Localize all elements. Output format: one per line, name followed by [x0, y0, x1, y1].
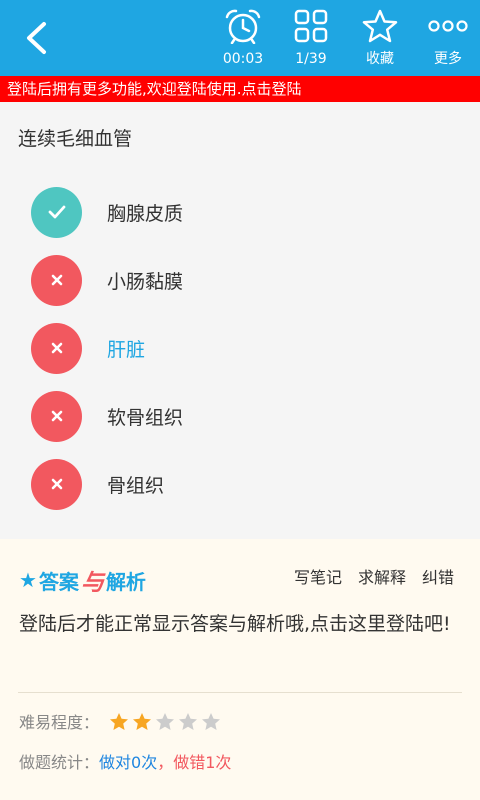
stats-row: 做题统计：做对0次，做错1次 [19, 749, 231, 773]
correct-badge [31, 186, 82, 238]
option-5[interactable]: 骨组织 [31, 458, 451, 510]
star-empty-icon [156, 712, 175, 730]
checkmark-icon [48, 205, 65, 219]
stats-separator: ， [157, 753, 174, 772]
difficulty-label: 难易程度： [19, 713, 100, 732]
question-title: 连续毛细血管 [18, 128, 133, 150]
wrong-badge [31, 322, 82, 374]
logo-part-1: 答案 [38, 569, 79, 594]
question-panel: 连续毛细血管 胸腺皮质 小肠黏膜 肝脏 软骨组织 骨组织 [0, 102, 480, 539]
cross-icon [51, 274, 62, 286]
star-empty-icon [179, 712, 198, 730]
wrong-badge [31, 458, 82, 510]
cross-icon [51, 342, 62, 354]
write-note-button[interactable]: 写笔记 [294, 564, 342, 588]
option-label: 骨组织 [107, 474, 165, 497]
favorite-label: 收藏 [366, 51, 394, 67]
wrong-badge [31, 390, 82, 442]
stats-wrong: 做错1次 [173, 753, 232, 772]
more-label: 更多 [434, 51, 462, 67]
option-label: 胸腺皮质 [107, 202, 184, 225]
logo-part-3: 解析 [105, 569, 146, 594]
star-empty-icon [202, 712, 221, 730]
timer-text: 00:03 [222, 51, 264, 67]
option-label: 肝脏 [107, 338, 146, 361]
stats-correct: 做对0次 [99, 753, 158, 772]
alarm-clock-icon [225, 9, 261, 44]
difficulty-stars [109, 712, 221, 731]
star-icon [362, 9, 398, 43]
divider [18, 692, 462, 693]
progress-button[interactable]: 1/39 [276, 6, 346, 72]
report-error-button[interactable]: 纠错 [422, 564, 454, 588]
option-label: 小肠黏膜 [107, 270, 184, 293]
option-2[interactable]: 小肠黏膜 [31, 254, 451, 306]
option-4[interactable]: 软骨组织 [31, 390, 451, 442]
option-label: 软骨组织 [107, 406, 184, 429]
wrong-badge [31, 254, 82, 306]
answer-analysis-logo: ★ 答案 与 解析 [19, 563, 146, 597]
chevron-left-icon [27, 22, 46, 54]
stats-label: 做题统计： [19, 753, 100, 772]
option-3[interactable]: 肝脏 [31, 322, 451, 374]
option-1[interactable]: 胸腺皮质 [31, 186, 451, 238]
star-bullet-icon: ★ [19, 568, 37, 592]
login-banner[interactable]: 登陆后拥有更多功能,欢迎登陆使用.点击登陆 [0, 76, 480, 102]
favorite-button[interactable]: 收藏 [345, 6, 415, 72]
login-prompt-link[interactable]: 登陆后才能正常显示答案与解析哦,点击这里登陆吧! [19, 609, 459, 640]
top-bar: 00:03 1/39 收藏 更多 [0, 0, 480, 76]
ask-explanation-button[interactable]: 求解释 [358, 564, 406, 588]
answer-panel: ★ 答案 与 解析 写笔记 求解释 纠错 登陆后才能正常显示答案与解析哦,点击这… [0, 539, 480, 800]
more-button[interactable]: 更多 [413, 6, 480, 72]
back-button[interactable] [14, 16, 58, 60]
timer-button[interactable]: 00:03 [208, 6, 278, 72]
answer-actions: 写笔记 求解释 纠错 [294, 564, 454, 588]
more-dots-icon [428, 20, 468, 32]
logo-part-2: 与 [80, 570, 104, 596]
progress-text: 1/39 [295, 51, 327, 67]
difficulty-row: 难易程度： [19, 709, 221, 733]
grid-icon [294, 9, 328, 43]
cross-icon [51, 478, 62, 490]
cross-icon [51, 410, 62, 422]
star-filled-icon [110, 712, 129, 730]
star-filled-icon [133, 712, 152, 730]
